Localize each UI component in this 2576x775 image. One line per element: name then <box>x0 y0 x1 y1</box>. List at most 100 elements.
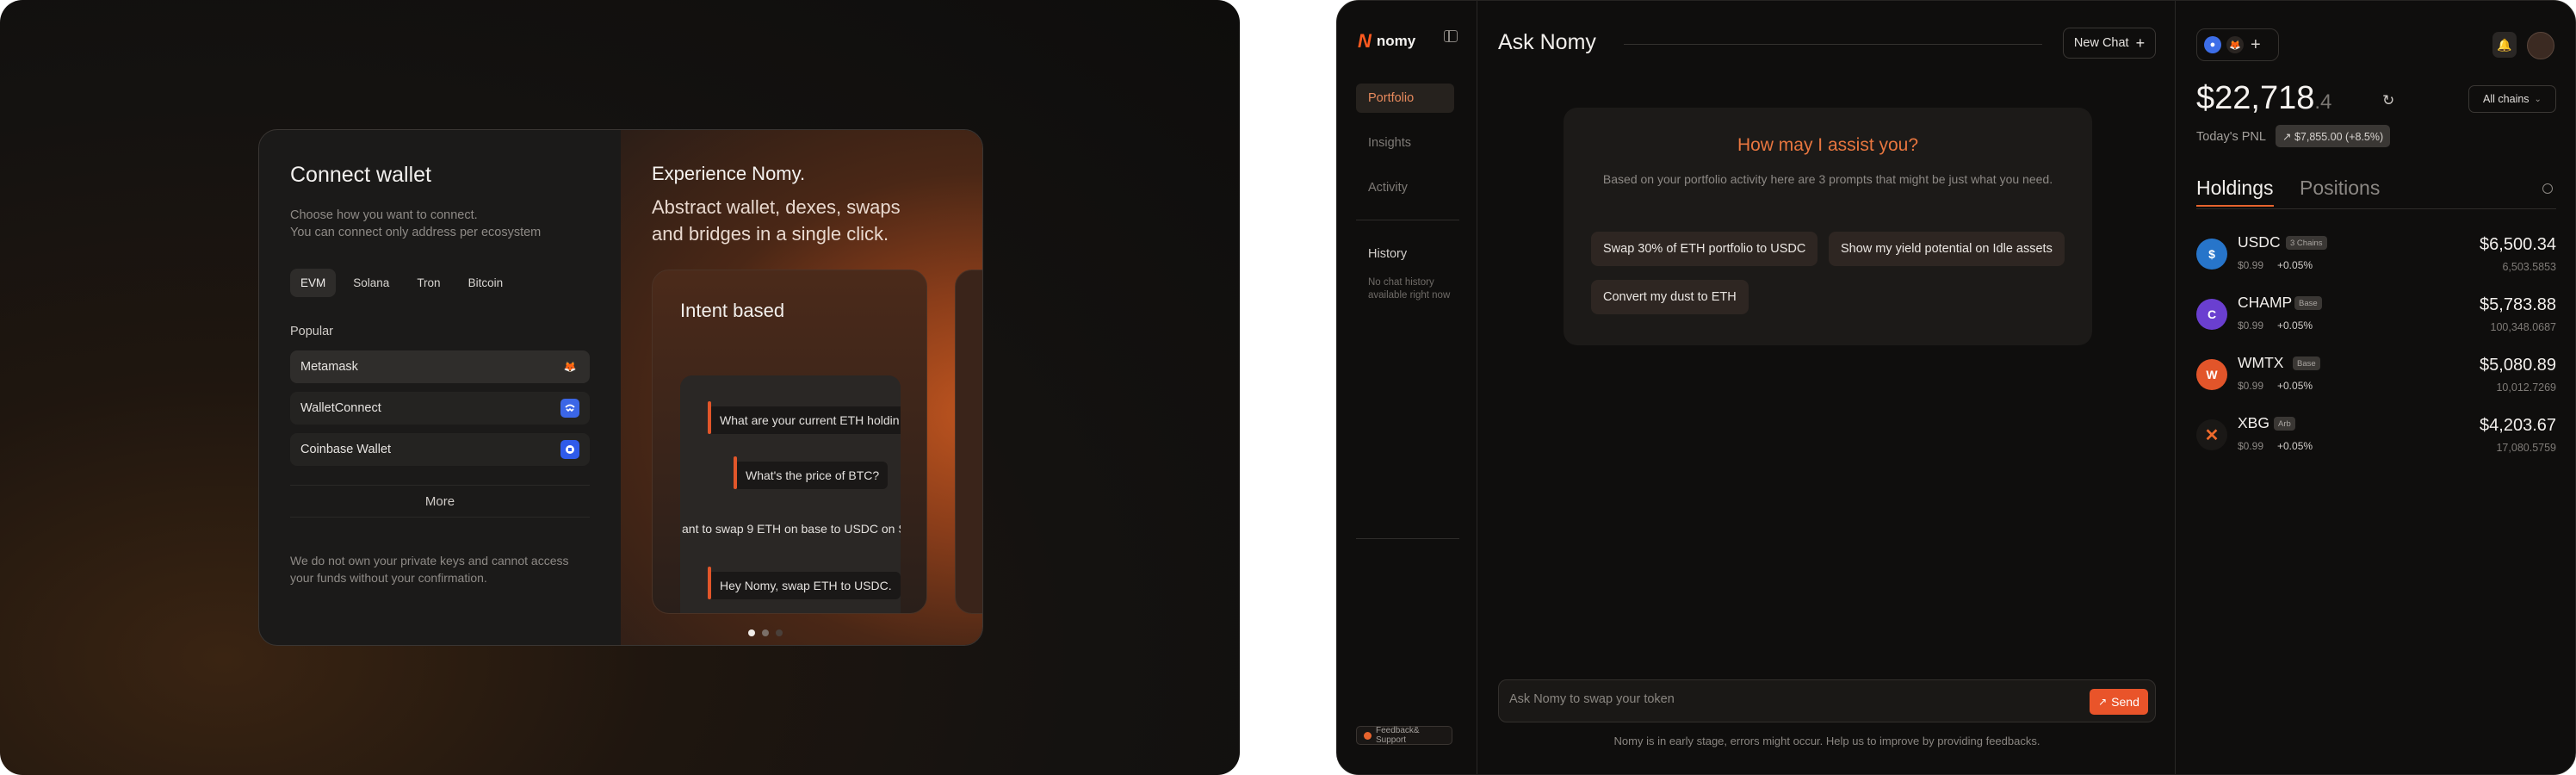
wallet-name: Coinbase Wallet <box>300 443 392 456</box>
tab-solana[interactable]: Solana <box>343 269 399 297</box>
wallet-name: Metamask <box>300 360 358 374</box>
modal-subtitle: Choose how you want to connect. You can … <box>290 207 590 241</box>
xbg-token-icon: ✕ <box>2196 419 2227 450</box>
disclaimer: We do not own your private keys and cann… <box>290 552 590 586</box>
token-change: +0.05% <box>2277 259 2313 271</box>
holding-row[interactable]: ✕ XBG Arb $0.99 +0.05% $4,203.67 17,080.… <box>2196 414 2556 457</box>
token-change: +0.05% <box>2277 440 2313 452</box>
chain-badge: Arb <box>2274 417 2295 431</box>
send-button[interactable]: ↗ Send <box>2090 689 2148 715</box>
holding-amount: 10,012.7269 <box>2496 381 2556 394</box>
popular-label: Popular <box>290 325 333 338</box>
holding-amount: 100,348.0687 <box>2490 321 2556 333</box>
coinbase-icon <box>560 440 579 459</box>
example-message: What's the price of BTC? <box>734 456 889 489</box>
chat-input[interactable] <box>1509 692 2026 706</box>
holding-row[interactable]: $ USDC 3 Chains $0.99 +0.05% $6,500.34 6… <box>2196 233 2556 276</box>
page-title: Ask Nomy <box>1498 30 1596 54</box>
suggested-prompt[interactable]: Swap 30% of ETH portfolio to USDC <box>1591 232 1818 266</box>
metamask-icon: 🦊 <box>2226 36 2244 53</box>
next-feature-card <box>955 270 982 614</box>
nomy-logo[interactable]: N nomy <box>1358 30 1415 53</box>
sidebar-item-activity[interactable]: Activity <box>1356 173 1454 202</box>
promo-title: Experience Nomy. <box>652 163 806 184</box>
ecosystem-tabs: EVM Solana Tron Bitcoin <box>290 269 590 297</box>
brand-name: nomy <box>1376 33 1416 49</box>
feedback-support-button[interactable]: Feedback& Support <box>1356 726 1452 745</box>
sidebar-divider <box>1356 538 1459 539</box>
chain-badge: 3 Chains <box>2286 236 2327 250</box>
token-price: $0.99 <box>2238 319 2264 332</box>
example-chat: What are your current ETH holdin What's … <box>680 375 901 613</box>
new-chat-button[interactable]: New Chat + <box>2063 28 2156 59</box>
modal-title: Connect wallet <box>290 163 431 187</box>
search-icon[interactable] <box>2542 183 2553 194</box>
new-chat-label: New Chat <box>2073 36 2129 50</box>
wallet-option-metamask[interactable]: Metamask 🦊 <box>290 350 590 383</box>
example-message: Hey Nomy, swap ETH to USDC. <box>708 567 901 599</box>
tab-evm[interactable]: EVM <box>290 269 337 297</box>
feedback-label: Feedback& Support <box>1375 726 1420 745</box>
wallet-option-walletconnect[interactable]: WalletConnect <box>290 392 590 425</box>
chevron-down-icon: ⌄ <box>2534 94 2542 104</box>
holding-value: $5,080.89 <box>2480 356 2556 375</box>
more-wallets-button[interactable]: More <box>290 485 590 518</box>
suggested-prompt[interactable]: Convert my dust to ETH <box>1591 280 1749 314</box>
refresh-icon[interactable]: ↻ <box>2382 92 2394 109</box>
beta-footnote: Nomy is in early stage, errors might occ… <box>1613 735 2040 747</box>
holding-row[interactable]: C CHAMP Base $0.99 +0.05% $5,783.88 100,… <box>2196 294 2556 337</box>
nomy-logo-icon: N <box>1358 30 1372 52</box>
plus-icon: + <box>2135 34 2146 52</box>
connected-wallets[interactable]: ● 🦊 + <box>2196 28 2279 61</box>
notification-bell-icon[interactable]: 🔔 <box>2492 32 2517 58</box>
assist-card: How may I assist you? Based on your port… <box>1564 108 2092 345</box>
tab-holdings[interactable]: Holdings <box>2196 177 2274 207</box>
tab-positions[interactable]: Positions <box>2300 177 2380 200</box>
total-balance: $22,718.4 <box>2196 80 2331 117</box>
sidebar-collapse-icon[interactable] <box>1444 30 1458 42</box>
holding-value: $5,783.88 <box>2480 295 2556 314</box>
history-title: History <box>1368 247 1408 261</box>
add-wallet-icon[interactable]: + <box>2251 35 2261 55</box>
carousel-dot[interactable] <box>762 629 769 636</box>
holding-row[interactable]: W WMTX Base $0.99 +0.05% $5,080.89 10,01… <box>2196 354 2556 397</box>
carousel-dot[interactable] <box>748 629 755 636</box>
suggested-prompt[interactable]: Show my yield potential on Idle assets <box>1829 232 2065 266</box>
token-symbol: USDC <box>2238 233 2281 251</box>
usdc-token-icon: $ <box>2196 239 2227 270</box>
token-price: $0.99 <box>2238 259 2264 271</box>
assist-subtitle: Based on your portfolio activity here ar… <box>1602 172 2053 186</box>
disclaimer-line-1: We do not own your private keys and cann… <box>290 554 569 567</box>
tab-tron[interactable]: Tron <box>406 269 450 297</box>
wallet-option-coinbase[interactable]: Coinbase Wallet <box>290 433 590 466</box>
nomy-app-screen: N nomy Portfolio Insights Activity Histo… <box>1336 0 2576 775</box>
avatar[interactable] <box>2527 32 2554 59</box>
tab-bitcoin[interactable]: Bitcoin <box>458 269 514 297</box>
connect-wallet-screen: Connect wallet Choose how you want to co… <box>0 0 1240 775</box>
sidebar-item-insights[interactable]: Insights <box>1356 128 1454 158</box>
send-label: Send <box>2111 695 2139 709</box>
feature-card-title: Intent based <box>680 300 785 321</box>
feature-card: Intent based What are your current ETH h… <box>652 270 927 614</box>
chat-main: Ask Nomy New Chat + How may I assist you… <box>1477 1 2175 774</box>
chat-input-bar: ↗ Send <box>1498 679 2156 722</box>
walletconnect-icon <box>560 399 579 418</box>
modal-subtitle-line-2: You can connect only address per ecosyst… <box>290 226 542 239</box>
promo-subtitle: Abstract wallet, dexes, swaps and bridge… <box>652 196 901 245</box>
token-change: +0.05% <box>2277 380 2313 392</box>
example-message: What are your current ETH holdin <box>708 401 901 434</box>
metamask-icon: 🦊 <box>563 361 577 373</box>
connect-wallet-modal: Connect wallet Choose how you want to co… <box>258 129 983 646</box>
modal-subtitle-line-1: Choose how you want to connect. <box>290 208 478 222</box>
assist-title: How may I assist you? <box>1737 135 1919 155</box>
holding-amount: 17,080.5759 <box>2496 442 2556 454</box>
sidebar-nav: Portfolio Insights Activity <box>1356 84 1454 218</box>
token-symbol: WMTX <box>2238 354 2284 371</box>
chain-filter-dropdown[interactable]: All chains ⌄ <box>2468 85 2556 113</box>
token-price: $0.99 <box>2238 440 2264 452</box>
token-symbol: CHAMP <box>2238 294 2293 311</box>
carousel-dot[interactable] <box>776 629 783 636</box>
chain-badge: Base <box>2293 356 2320 370</box>
history-empty-text: No chat history available right now <box>1368 277 1451 301</box>
sidebar-item-portfolio[interactable]: Portfolio <box>1356 84 1454 113</box>
